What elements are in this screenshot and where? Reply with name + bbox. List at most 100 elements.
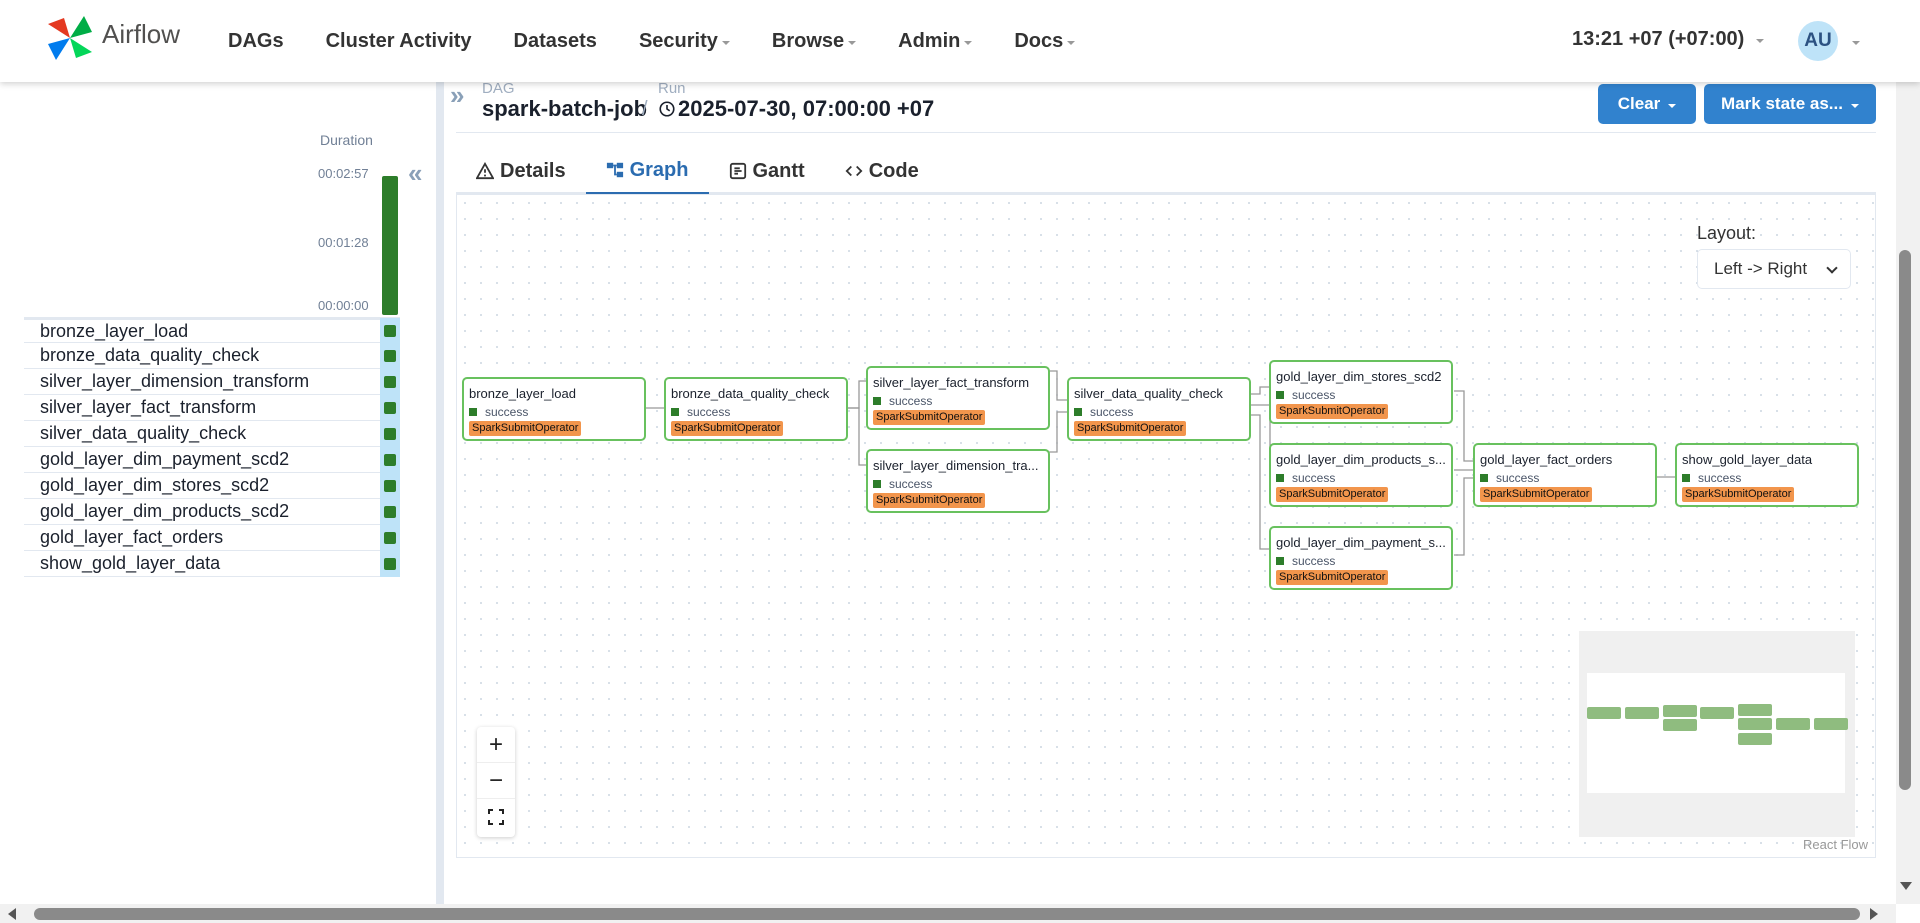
breadcrumb-run-label: Run: [658, 80, 686, 97]
task-instance-cell[interactable]: [380, 524, 400, 551]
expand-grid-icon[interactable]: »: [450, 80, 464, 111]
scroll-down-arrow-icon[interactable]: [1900, 882, 1912, 890]
breadcrumb-dag-label: DAG: [482, 80, 515, 97]
task-row[interactable]: gold_layer_dim_stores_scd2: [24, 472, 400, 499]
collapse-grid-icon[interactable]: «: [408, 158, 422, 189]
nav-datasets-label: Datasets: [513, 29, 597, 52]
node-title: silver_layer_fact_transform: [873, 375, 1030, 390]
task-name[interactable]: gold_layer_dim_products_scd2: [24, 501, 289, 522]
scroll-right-arrow-icon[interactable]: [1870, 908, 1878, 920]
operator-badge: SparkSubmitOperator: [873, 493, 986, 508]
task-instance-cell[interactable]: [380, 318, 400, 344]
horizontal-scrollbar-thumb[interactable]: [34, 908, 1860, 920]
duration-tick-zero: 00:00:00: [318, 298, 369, 313]
minimap-node: [1738, 718, 1772, 730]
task-node-silver-data-quality-check[interactable]: silver_data_quality_check success SparkS…: [1067, 377, 1251, 441]
task-name[interactable]: gold_layer_dim_payment_scd2: [24, 449, 289, 470]
nav-admin[interactable]: Admin: [898, 30, 973, 53]
success-status-square: [384, 505, 396, 518]
task-row[interactable]: bronze_layer_load: [24, 317, 400, 344]
task-row[interactable]: show_gold_layer_data: [24, 550, 400, 577]
node-status: success: [1480, 471, 1539, 485]
task-node-silver-layer-dimension-transform[interactable]: silver_layer_dimension_tra... success Sp…: [866, 449, 1050, 513]
airflow-logo[interactable]: Airflow: [44, 14, 180, 62]
task-row[interactable]: gold_layer_dim_products_scd2: [24, 498, 400, 525]
vertical-scrollbar-thumb[interactable]: [1899, 250, 1911, 790]
horizontal-scrollbar[interactable]: [0, 904, 1896, 923]
vertical-scrollbar[interactable]: [1896, 82, 1920, 904]
nav-datasets[interactable]: Datasets: [514, 30, 597, 53]
task-instance-cell[interactable]: [380, 394, 400, 421]
task-row[interactable]: silver_layer_fact_transform: [24, 394, 400, 421]
react-flow-attribution[interactable]: React Flow: [1803, 837, 1868, 852]
task-name[interactable]: bronze_data_quality_check: [24, 345, 259, 366]
task-node-bronze-data-quality-check[interactable]: bronze_data_quality_check success SparkS…: [664, 377, 848, 441]
task-name[interactable]: gold_layer_fact_orders: [24, 527, 223, 548]
node-status: success: [1074, 405, 1133, 419]
task-instance-cell[interactable]: [380, 342, 400, 369]
panel-resize-divider[interactable]: [436, 82, 444, 904]
operator-badge: SparkSubmitOperator: [1682, 487, 1795, 502]
timezone-label: 13:21 +07 (+07:00): [1572, 28, 1745, 50]
task-row[interactable]: bronze_data_quality_check: [24, 342, 400, 369]
mark-state-button[interactable]: Mark state as...: [1704, 84, 1876, 124]
task-name[interactable]: silver_layer_fact_transform: [24, 397, 256, 418]
task-instance-cell[interactable]: [380, 498, 400, 525]
layout-select[interactable]: Left -> Right: [1697, 249, 1851, 289]
task-name[interactable]: silver_layer_dimension_transform: [24, 371, 309, 392]
task-instance-cell[interactable]: [380, 472, 400, 499]
clear-button[interactable]: Clear: [1598, 84, 1696, 124]
task-name[interactable]: show_gold_layer_data: [24, 553, 220, 574]
task-instance-cell[interactable]: [380, 446, 400, 473]
nav-security[interactable]: Security: [639, 30, 730, 53]
timezone-dropdown[interactable]: 13:21 +07 (+07:00): [1572, 28, 1765, 51]
tab-gantt[interactable]: Gantt: [709, 148, 825, 194]
warning-triangle-icon: [476, 162, 494, 180]
task-row[interactable]: gold_layer_fact_orders: [24, 524, 400, 551]
task-name[interactable]: silver_data_quality_check: [24, 423, 246, 444]
nav-dags[interactable]: DAGs: [228, 30, 284, 53]
dag-graph-canvas[interactable]: Layout: Left -> Right bronze_layer_load …: [456, 194, 1876, 858]
task-instance-cell[interactable]: [380, 420, 400, 447]
minimap[interactable]: [1579, 631, 1855, 837]
task-node-silver-layer-fact-transform[interactable]: silver_layer_fact_transform success Spar…: [866, 366, 1050, 430]
tab-graph-label: Graph: [629, 158, 689, 181]
breadcrumb-dag-id[interactable]: spark-batch-job: [482, 96, 647, 122]
tab-code[interactable]: Code: [825, 148, 939, 194]
task-instance-cell[interactable]: [380, 550, 400, 577]
nav-cluster-activity[interactable]: Cluster Activity: [326, 30, 472, 53]
fit-view-button[interactable]: [477, 799, 515, 835]
tab-code-label: Code: [868, 159, 919, 182]
run-duration-bar[interactable]: [382, 176, 398, 315]
nav-browse[interactable]: Browse: [772, 30, 857, 53]
nav-cluster-activity-label: Cluster Activity: [325, 29, 472, 52]
task-node-bronze-layer-load[interactable]: bronze_layer_load success SparkSubmitOpe…: [462, 377, 646, 441]
breadcrumb-run-id[interactable]: 2025-07-30, 07:00:00 +07: [658, 96, 934, 122]
task-name[interactable]: bronze_layer_load: [24, 321, 188, 342]
tab-graph[interactable]: Graph: [585, 148, 709, 194]
zoom-in-button[interactable]: +: [477, 727, 515, 763]
zoom-out-button[interactable]: −: [477, 763, 515, 799]
user-menu-caret-icon[interactable]: [1852, 41, 1860, 45]
scroll-left-arrow-icon[interactable]: [8, 908, 16, 920]
minimap-node: [1663, 719, 1697, 731]
task-node-gold-layer-dim-payment-scd2[interactable]: gold_layer_dim_payment_s... success Spar…: [1269, 526, 1453, 590]
task-name[interactable]: gold_layer_dim_stores_scd2: [24, 475, 269, 496]
user-avatar[interactable]: AU: [1798, 21, 1838, 61]
task-row[interactable]: gold_layer_dim_payment_scd2: [24, 446, 400, 473]
task-node-gold-layer-dim-products-scd2[interactable]: gold_layer_dim_products_s... success Spa…: [1269, 443, 1453, 507]
task-node-gold-layer-dim-stores-scd2[interactable]: gold_layer_dim_stores_scd2 success Spark…: [1269, 360, 1453, 424]
task-instance-cell[interactable]: [380, 368, 400, 395]
task-node-gold-layer-fact-orders[interactable]: gold_layer_fact_orders success SparkSubm…: [1473, 443, 1657, 507]
success-status-square: [384, 401, 396, 414]
tab-details[interactable]: Details: [456, 148, 586, 194]
nav-docs[interactable]: Docs: [1014, 30, 1076, 53]
node-status-label: success: [687, 405, 731, 419]
success-status-square: [469, 408, 477, 416]
run-datetime: 2025-07-30, 07:00:00 +07: [678, 96, 935, 121]
task-row[interactable]: silver_layer_dimension_transform: [24, 368, 400, 395]
node-status-label: success: [1292, 388, 1336, 402]
task-node-show-gold-layer-data[interactable]: show_gold_layer_data success SparkSubmit…: [1675, 443, 1859, 507]
success-status-square: [1276, 474, 1284, 482]
task-row[interactable]: silver_data_quality_check: [24, 420, 400, 447]
